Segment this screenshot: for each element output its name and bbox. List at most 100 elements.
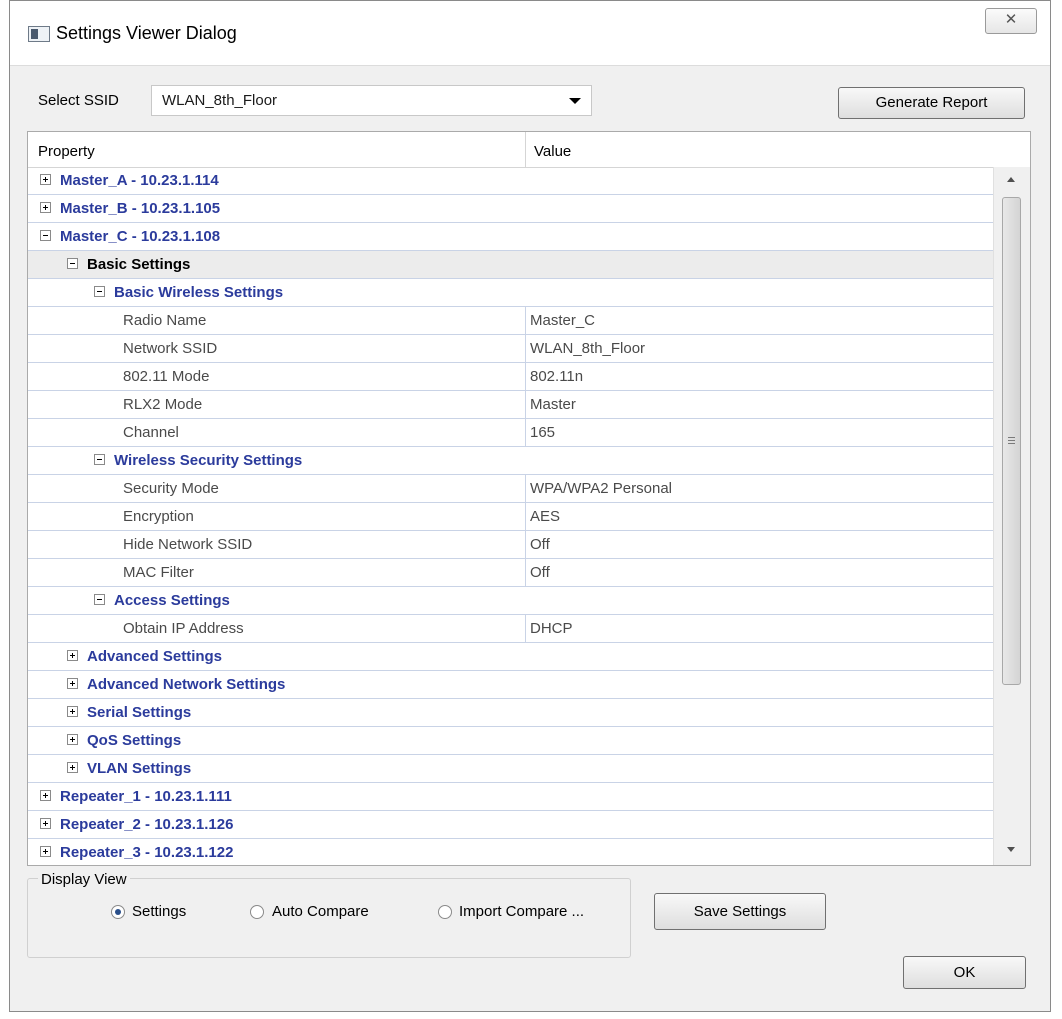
- expand-icon[interactable]: [67, 734, 78, 745]
- app-window-icon: [28, 26, 50, 42]
- node-label: Advanced Network Settings: [87, 676, 286, 693]
- node-label: VLAN Settings: [87, 760, 192, 777]
- scrollbar-thumb[interactable]: [1002, 197, 1021, 685]
- tree-node-row[interactable]: Advanced Network Settings: [28, 671, 993, 699]
- node-label: Master_B - 10.23.1.105: [60, 200, 221, 217]
- save-settings-button[interactable]: Save Settings: [654, 893, 826, 930]
- node-label: Master_A - 10.23.1.114: [60, 172, 219, 189]
- dropdown-arrow-icon: [569, 98, 581, 104]
- node-label: Access Settings: [114, 592, 230, 609]
- property-row[interactable]: MAC Filter Off: [28, 559, 993, 587]
- tree-node-row[interactable]: Serial Settings: [28, 699, 993, 727]
- tree-node-row[interactable]: Repeater_2 - 10.23.1.126: [28, 811, 993, 839]
- tree-node-row[interactable]: VLAN Settings: [28, 755, 993, 783]
- expand-icon[interactable]: [67, 762, 78, 773]
- property-row[interactable]: Network SSID WLAN_8th_Floor: [28, 335, 993, 363]
- property-row[interactable]: 802.11 Mode 802.11n: [28, 363, 993, 391]
- property-name: MAC Filter: [123, 564, 194, 581]
- tree-node-row[interactable]: Basic Wireless Settings: [28, 279, 993, 307]
- property-value: Off: [530, 564, 550, 581]
- tree-node-row[interactable]: Wireless Security Settings: [28, 447, 993, 475]
- node-label: QoS Settings: [87, 732, 182, 749]
- property-name: Radio Name: [123, 312, 207, 329]
- property-row[interactable]: Hide Network SSID Off: [28, 531, 993, 559]
- property-value: Master: [530, 396, 576, 413]
- property-row[interactable]: Obtain IP Address DHCP: [28, 615, 993, 643]
- radio-selected-dot: [115, 909, 121, 915]
- expand-icon[interactable]: [40, 202, 51, 213]
- tree-node-row[interactable]: Basic Settings: [28, 251, 993, 279]
- radio-import-compare[interactable]: [438, 905, 452, 919]
- property-name: RLX2 Mode: [123, 396, 203, 413]
- tree-node-row[interactable]: Master_C - 10.23.1.108: [28, 223, 993, 251]
- node-label: Basic Wireless Settings: [114, 284, 284, 301]
- node-label: Advanced Settings: [87, 648, 223, 665]
- expand-icon[interactable]: [40, 846, 51, 857]
- property-value: WLAN_8th_Floor: [530, 340, 646, 357]
- tree-node-row[interactable]: Repeater_3 - 10.23.1.122: [28, 839, 993, 865]
- tree-node-row[interactable]: Master_A - 10.23.1.114: [28, 167, 993, 195]
- close-icon: ✕: [1004, 11, 1018, 28]
- ok-button[interactable]: OK: [903, 956, 1026, 989]
- property-grid: Property Value Master_A - 10.23.1.114 Mas…: [27, 131, 1031, 866]
- expand-icon[interactable]: [67, 650, 78, 661]
- property-value: AES: [530, 508, 561, 525]
- node-label: Repeater_3 - 10.23.1.122: [60, 844, 234, 861]
- property-row[interactable]: RLX2 Mode Master: [28, 391, 993, 419]
- tree-node-row[interactable]: Advanced Settings: [28, 643, 993, 671]
- property-value: 165: [530, 424, 556, 441]
- tree-node-row[interactable]: Master_B - 10.23.1.105: [28, 195, 993, 223]
- node-label: Master_C - 10.23.1.108: [60, 228, 221, 245]
- close-button[interactable]: ✕: [985, 8, 1037, 34]
- node-label: Repeater_1 - 10.23.1.111: [60, 788, 232, 805]
- node-label: Serial Settings: [87, 704, 192, 721]
- radio-auto-compare-label[interactable]: Auto Compare: [272, 903, 369, 920]
- collapse-icon[interactable]: [94, 286, 105, 297]
- radio-import-compare-label[interactable]: Import Compare ...: [459, 903, 584, 920]
- expand-icon[interactable]: [67, 706, 78, 717]
- property-value: 802.11n: [530, 368, 584, 385]
- collapse-icon[interactable]: [67, 258, 78, 269]
- ssid-dropdown[interactable]: WLAN_8th_Floor: [151, 85, 592, 116]
- collapse-icon[interactable]: [40, 230, 51, 241]
- expand-icon[interactable]: [67, 678, 78, 689]
- value-column-header[interactable]: Value: [534, 143, 571, 160]
- property-name: Security Mode: [123, 480, 219, 497]
- ssid-selected-value: WLAN_8th_Floor: [162, 92, 278, 109]
- node-label: Wireless Security Settings: [114, 452, 303, 469]
- grid-header: Property Value: [28, 132, 1030, 168]
- generate-report-button[interactable]: Generate Report: [838, 87, 1025, 119]
- select-ssid-label: Select SSID: [38, 92, 119, 109]
- property-row[interactable]: Radio Name Master_C: [28, 307, 993, 335]
- radio-settings[interactable]: [111, 905, 125, 919]
- property-value: DHCP: [530, 620, 573, 637]
- grid-rows: Master_A - 10.23.1.114 Master_B - 10.23.1…: [28, 167, 993, 865]
- property-column-header[interactable]: Property: [38, 143, 95, 160]
- property-name: Network SSID: [123, 340, 218, 357]
- expand-icon[interactable]: [40, 790, 51, 801]
- scroll-up-icon[interactable]: [1007, 177, 1015, 182]
- collapse-icon[interactable]: [94, 454, 105, 465]
- property-value: Off: [530, 536, 550, 553]
- radio-auto-compare[interactable]: [250, 905, 264, 919]
- property-row[interactable]: Security Mode WPA/WPA2 Personal: [28, 475, 993, 503]
- expand-icon[interactable]: [40, 174, 51, 185]
- collapse-icon[interactable]: [94, 594, 105, 605]
- radio-settings-label[interactable]: Settings: [132, 903, 186, 920]
- tree-node-row[interactable]: Access Settings: [28, 587, 993, 615]
- node-label: Repeater_2 - 10.23.1.126: [60, 816, 234, 833]
- tree-node-row[interactable]: Repeater_1 - 10.23.1.111: [28, 783, 993, 811]
- scroll-down-icon[interactable]: [1007, 847, 1015, 852]
- property-name: Encryption: [123, 508, 194, 525]
- vertical-scrollbar[interactable]: [993, 167, 1030, 865]
- property-name: Hide Network SSID: [123, 536, 253, 553]
- expand-icon[interactable]: [40, 818, 51, 829]
- title-bar[interactable]: Settings Viewer Dialog ✕: [10, 1, 1050, 66]
- display-view-title: Display View: [38, 871, 130, 888]
- tree-node-row[interactable]: QoS Settings: [28, 727, 993, 755]
- property-name: Channel: [123, 424, 179, 441]
- window-title: Settings Viewer Dialog: [56, 23, 237, 43]
- column-divider[interactable]: [525, 132, 526, 167]
- property-row[interactable]: Channel 165: [28, 419, 993, 447]
- property-row[interactable]: Encryption AES: [28, 503, 993, 531]
